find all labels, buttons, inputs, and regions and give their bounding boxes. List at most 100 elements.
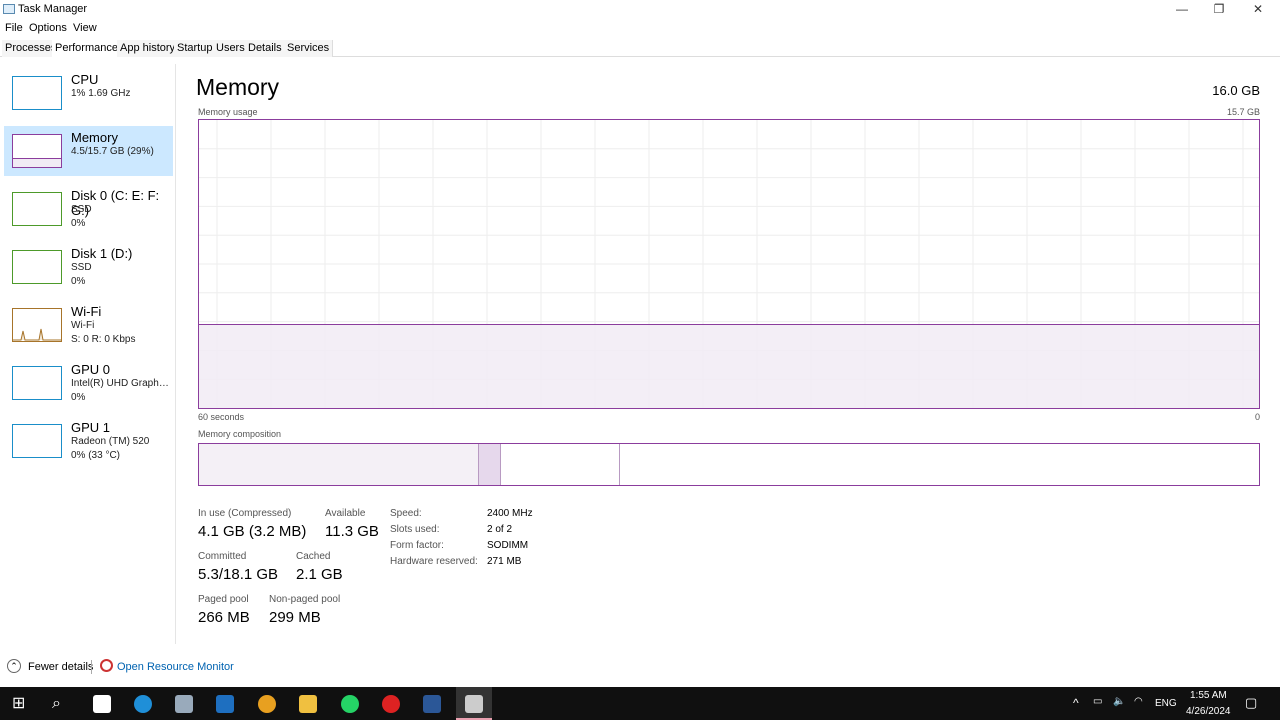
- taskbar: ⊞ ⌕ ^ ▭ 🔈 ◠ ENG 1:55 AM 4/26/2024 ▢: [0, 687, 1280, 720]
- sidebar-item-cpu[interactable]: CPU 1% 1.69 GHz: [4, 68, 173, 118]
- composition-modified[interactable]: [479, 444, 501, 485]
- window-title: Task Manager: [18, 3, 88, 15]
- edge-icon[interactable]: [134, 695, 152, 713]
- media-player-icon[interactable]: [216, 695, 234, 713]
- composition-label: Memory composition: [198, 429, 282, 439]
- total-memory: 16.0 GB: [1212, 83, 1260, 98]
- sidebar-item-sub: SSD: [71, 204, 92, 215]
- composition-in-use[interactable]: [199, 444, 479, 485]
- sidebar-item-memory[interactable]: Memory 4.5/15.7 GB (29%): [4, 126, 173, 176]
- sidebar-item-value: 0%: [71, 392, 86, 403]
- stat-value: 2.1 GB: [296, 566, 343, 583]
- stat-value: 266 MB: [198, 609, 250, 626]
- chrome-icon[interactable]: [258, 695, 276, 713]
- menu-view[interactable]: View: [73, 22, 97, 34]
- menu-file[interactable]: File: [5, 22, 23, 34]
- mini-graph: [12, 134, 62, 168]
- clock-date[interactable]: 4/26/2024: [1186, 706, 1231, 717]
- sidebar-item-sub: SSD: [71, 262, 92, 273]
- usage-graph-svg: [199, 120, 1259, 408]
- sidebar-item-name: GPU 1: [71, 420, 111, 435]
- sidebar-item-name: Disk 1 (D:): [71, 246, 133, 261]
- app-red-icon[interactable]: [382, 695, 400, 713]
- stat-value: 299 MB: [269, 609, 321, 626]
- mini-graph: [12, 424, 62, 458]
- divider: [91, 660, 92, 674]
- chevron-up-icon[interactable]: ⌃: [7, 659, 21, 673]
- composition-free[interactable]: [620, 444, 1259, 485]
- word-icon[interactable]: [423, 695, 441, 713]
- property-value: SODIMM: [487, 540, 529, 551]
- stat-label: Paged pool: [198, 594, 249, 605]
- resource-monitor-icon: [100, 659, 113, 672]
- fewer-details-button[interactable]: Fewer details: [28, 661, 93, 673]
- stat-label: Cached: [296, 551, 331, 562]
- sidebar-item-sub: Wi-Fi: [71, 320, 95, 331]
- usage-label: Memory usage: [198, 107, 258, 117]
- property-label: Slots used:: [390, 524, 440, 535]
- computer-icon[interactable]: [175, 695, 193, 713]
- file-explorer-icon[interactable]: [299, 695, 317, 713]
- usage-max: 15.7 GB: [1226, 107, 1260, 117]
- battery-icon[interactable]: ▭: [1093, 696, 1102, 707]
- tab-performance[interactable]: Performance: [52, 40, 122, 57]
- task-manager-taskbar-button[interactable]: [456, 687, 492, 720]
- minimize-button[interactable]: —: [1172, 2, 1192, 18]
- sidebar-item-sub: Radeon (TM) 520: [71, 436, 150, 447]
- mini-graph: [12, 366, 62, 400]
- stat-value: 11.3 GB: [325, 523, 379, 540]
- stat-label: In use (Compressed): [198, 508, 292, 519]
- sidebar-item-name: CPU: [71, 72, 99, 87]
- wifi-icon[interactable]: ◠: [1134, 696, 1143, 707]
- sidebar-item-sub: Intel(R) UHD Graphic...: [71, 378, 171, 389]
- sidebar-item-value: 0%: [71, 218, 86, 229]
- tab-users[interactable]: Users: [213, 40, 249, 57]
- notifications-icon[interactable]: ▢: [1245, 695, 1257, 711]
- clock-time[interactable]: 1:55 AM: [1190, 690, 1227, 701]
- whatsapp-icon[interactable]: [341, 695, 359, 713]
- task-manager-icon: [465, 695, 483, 713]
- sidebar-item-sub: 4.5/15.7 GB (29%): [71, 146, 154, 157]
- time-left: 60 seconds: [198, 412, 245, 422]
- sidebar-item-disk-2[interactable]: Disk 0 (C: E: F: G:) SSD 0%: [4, 184, 173, 234]
- close-button[interactable]: ✕: [1248, 2, 1268, 18]
- maximize-button[interactable]: ❐: [1209, 2, 1229, 18]
- sidebar-item-name: Memory: [71, 130, 118, 145]
- tab-bar: Processes Performance App history Startu…: [0, 40, 1280, 57]
- sidebar-item-gpu[interactable]: GPU 0 Intel(R) UHD Graphic... 0%: [4, 358, 173, 408]
- sidebar-item-wi-fi[interactable]: Wi-Fi Wi-Fi S: 0 R: 0 Kbps: [4, 300, 173, 350]
- stat-label: Non-paged pool: [269, 594, 341, 605]
- stat-value: 5.3/18.1 GB: [198, 566, 279, 583]
- start-windows-icon[interactable]: ⊞: [12, 695, 30, 713]
- sidebar-item-value: S: 0 R: 0 Kbps: [71, 334, 136, 345]
- time-right: 0: [1254, 412, 1260, 422]
- search-icon[interactable]: ⌕: [52, 695, 70, 713]
- memory-composition-bar: [198, 443, 1260, 486]
- sidebar-item-sub: 1% 1.69 GHz: [71, 88, 131, 99]
- composition-standby[interactable]: [501, 444, 620, 485]
- property-label: Hardware reserved:: [390, 556, 478, 567]
- menu-options[interactable]: Options: [29, 22, 67, 34]
- tab-app-history[interactable]: App history: [117, 40, 180, 57]
- task-manager-icon: [3, 4, 15, 14]
- sidebar-item-value: 0% (33 °C): [71, 450, 121, 461]
- volume-icon[interactable]: 🔈: [1113, 696, 1125, 707]
- property-label: Form factor:: [390, 540, 444, 551]
- sidebar-item-gpu[interactable]: GPU 1 Radeon (TM) 520 0% (33 °C): [4, 416, 173, 466]
- tab-services[interactable]: Services: [284, 40, 334, 57]
- store-icon[interactable]: [93, 695, 111, 713]
- mini-graph: [12, 192, 62, 226]
- sidebar-item-value: 0%: [71, 276, 86, 287]
- sidebar-item-disk-3[interactable]: Disk 1 (D:) SSD 0%: [4, 242, 173, 292]
- tab-startup[interactable]: Startup: [174, 40, 217, 57]
- language-indicator[interactable]: ENG: [1155, 698, 1177, 709]
- tray-overflow-icon[interactable]: ^: [1073, 696, 1079, 710]
- sidebar-item-name: Wi-Fi: [71, 304, 102, 319]
- usage-area: [199, 324, 1259, 408]
- tab-details[interactable]: Details: [245, 40, 286, 57]
- resource-sidebar: CPU 1% 1.69 GHz Memory 4.5/15.7 GB (29%) Dis…: [0, 64, 176, 644]
- property-value: 271 MB: [487, 556, 522, 567]
- open-resource-monitor-link[interactable]: Open Resource Monitor: [117, 661, 234, 673]
- mini-graph: [12, 308, 62, 342]
- property-value: 2400 MHz: [487, 508, 533, 519]
